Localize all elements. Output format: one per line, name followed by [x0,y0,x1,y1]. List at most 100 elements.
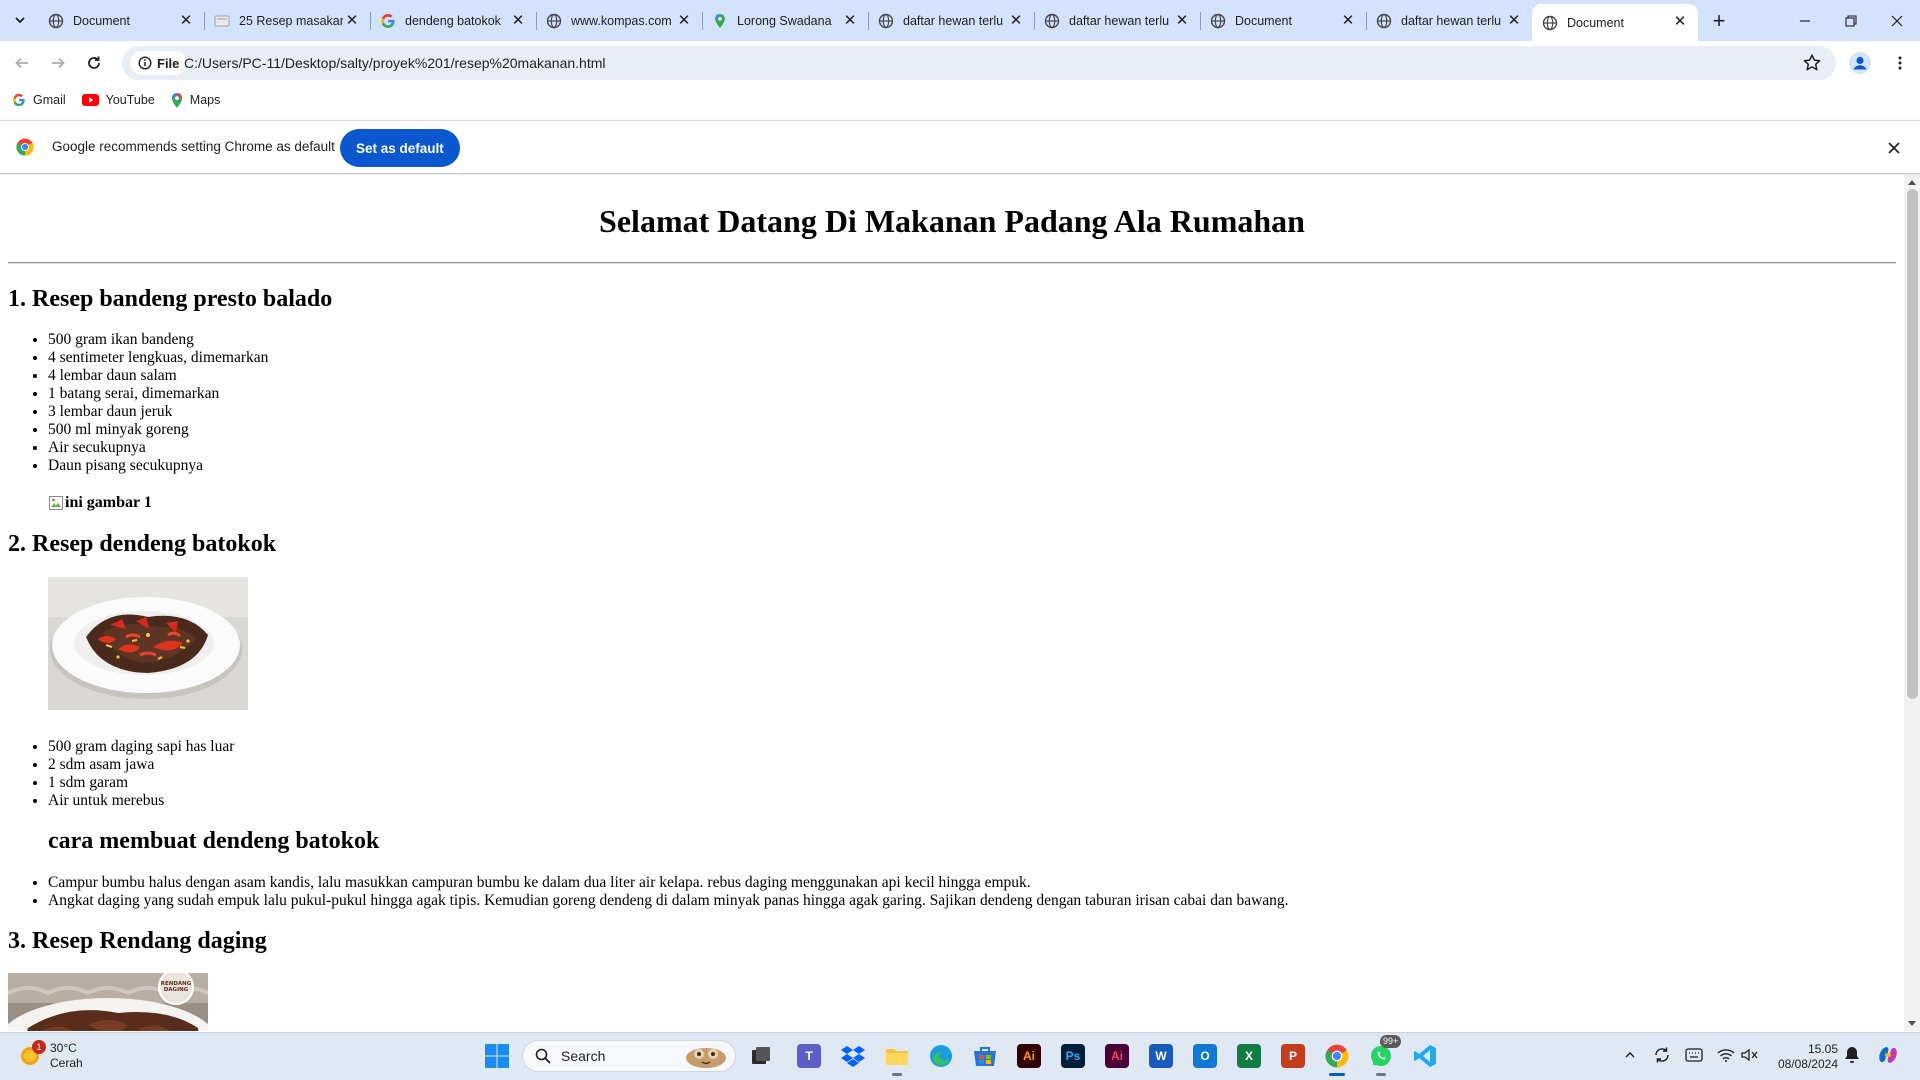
illustrator-alt-button[interactable]: Ai [1102,1041,1132,1071]
menu-button[interactable] [1886,49,1914,77]
taskbar-clock[interactable]: 15.05 08/08/2024 [1774,1042,1838,1072]
youtube-icon [81,94,99,106]
windows-start-button[interactable] [484,1043,510,1069]
tab-search-button[interactable] [8,8,32,32]
bookmark-gmail[interactable]: Gmail [12,93,66,107]
bookmark-star-icon[interactable] [1802,53,1822,73]
scroll-up-arrow[interactable] [1904,175,1920,189]
infobar-message: Google recommends setting Chrome as defa… [52,139,335,154]
globe-icon [1542,15,1558,31]
powerpoint-button[interactable]: P [1278,1041,1308,1071]
tab-title: daftar hewan terlu [1069,13,1170,28]
restore-button[interactable] [1828,0,1874,41]
notifications-button[interactable] [1840,1043,1864,1067]
url-text[interactable]: C:/Users/PC-11/Desktop/salty/proyek%201/… [184,55,605,71]
outlook-button[interactable]: O [1190,1041,1220,1071]
arrow-right-icon [52,57,65,69]
tab-0[interactable]: Document ✕ [38,0,205,41]
google-icon [13,93,25,107]
dendeng-batokok-image [48,576,248,710]
taskbar-search[interactable]: Search [522,1040,736,1072]
chevron-down-icon [15,17,25,24]
excel-button[interactable]: X [1234,1041,1264,1071]
clock-date: 08/08/2024 [1777,1057,1838,1071]
tab-7[interactable]: Document ✕ [1200,0,1367,41]
window-controls [1782,0,1920,41]
address-bar[interactable]: File C:/Users/PC-11/Desktop/salty/proyek… [122,46,1836,80]
file-explorer-button[interactable] [882,1041,912,1076]
scroll-thumb[interactable] [1907,189,1918,699]
excel-icon: X [1237,1044,1261,1068]
weather-sun-icon: 1 [18,1040,46,1068]
chrome-button[interactable] [1322,1041,1352,1076]
illustrator-button[interactable]: Ai [1014,1041,1044,1071]
browser-toolbar: File C:/Users/PC-11/Desktop/salty/proyek… [0,41,1920,84]
new-tab-button[interactable]: + [1704,0,1734,41]
site-info-chip[interactable]: File [130,51,188,75]
minimize-icon [1800,19,1810,22]
tray-overflow-button[interactable] [1618,1043,1642,1067]
task-view-button[interactable] [746,1041,776,1071]
store-button[interactable] [970,1041,1000,1071]
bookmark-youtube[interactable]: YouTube [81,93,155,107]
volume-tray-icon[interactable] [1738,1043,1762,1067]
ingredient-list: 500 gram ikan bandeng 4 sentimeter lengk… [48,331,1896,475]
set-as-default-button[interactable]: Set as default [340,129,460,167]
powerpoint-icon: P [1281,1044,1305,1068]
maps-pin-icon [171,92,182,108]
tab-title: Document [1567,15,1624,30]
back-button[interactable] [8,49,36,77]
tab-1[interactable]: 25 Resep masakan ✕ [204,0,371,41]
copilot-button[interactable] [1876,1043,1900,1067]
close-icon[interactable]: ✕ [676,12,692,29]
tab-6[interactable]: daftar hewan terlu ✕ [1034,0,1201,41]
edge-button[interactable] [926,1041,956,1071]
close-icon[interactable]: ✕ [842,12,858,29]
globe-icon [1210,13,1226,29]
dropbox-button[interactable] [838,1041,868,1071]
teams-button[interactable]: T [794,1041,824,1071]
minimize-button[interactable] [1782,0,1828,41]
weather-widget[interactable]: 1 30°C Cerah [18,1040,83,1071]
scroll-down-arrow[interactable] [1904,1017,1920,1031]
close-icon[interactable]: ✕ [1672,13,1688,30]
sync-tray-icon[interactable] [1650,1043,1674,1067]
list-item: Daun pisang secukupnya [48,457,1896,475]
close-icon[interactable]: ✕ [344,12,360,29]
keyboard-icon [1685,1048,1703,1062]
bookmark-maps[interactable]: Maps [171,92,220,108]
globe-icon [1376,13,1392,29]
list-item: Air secukupnya [48,439,1896,457]
page-viewport[interactable]: Selamat Datang Di Makanan Padang Ala Rum… [0,175,1904,1031]
photoshop-button[interactable]: Ps [1058,1041,1088,1071]
tab-5[interactable]: daftar hewan terlu ✕ [868,0,1035,41]
close-icon[interactable]: ✕ [1008,12,1024,29]
vscode-button[interactable] [1410,1041,1440,1071]
windows-taskbar: 1 30°C Cerah Search T Ai Ps Ai W O X P 9… [0,1032,1920,1080]
close-icon[interactable]: ✕ [1174,12,1190,29]
close-icon[interactable]: ✕ [510,12,526,29]
reload-button[interactable] [80,49,108,77]
close-icon[interactable]: ✕ [178,12,194,29]
keyboard-tray-icon[interactable] [1682,1043,1706,1067]
profile-button[interactable] [1846,49,1874,77]
close-icon[interactable]: ✕ [1506,12,1522,29]
page-scrollbar[interactable] [1904,175,1920,1031]
tab-title: daftar hewan terlu [1401,13,1502,28]
wifi-tray-icon[interactable] [1714,1043,1738,1067]
infobar-close-button[interactable] [1884,138,1904,158]
tab-title: daftar hewan terlu [903,13,1004,28]
tab-title: Document [73,13,130,28]
tab-9-active[interactable]: Document ✕ [1532,4,1698,41]
close-window-button[interactable] [1874,0,1920,41]
word-button[interactable]: W [1146,1041,1176,1071]
close-icon[interactable]: ✕ [1340,12,1356,29]
recipe-title: 2. Resep dendeng batokok [8,531,277,558]
forward-button[interactable] [44,49,72,77]
tab-8[interactable]: daftar hewan terlu ✕ [1366,0,1532,41]
tab-4[interactable]: Lorong Swadana ✕ [702,0,869,41]
tab-3[interactable]: www.kompas.com ✕ [536,0,703,41]
globe-icon [546,13,562,29]
whatsapp-button[interactable]: 99+ [1366,1035,1402,1076]
tab-2[interactable]: dendeng batokok ✕ [370,0,537,41]
